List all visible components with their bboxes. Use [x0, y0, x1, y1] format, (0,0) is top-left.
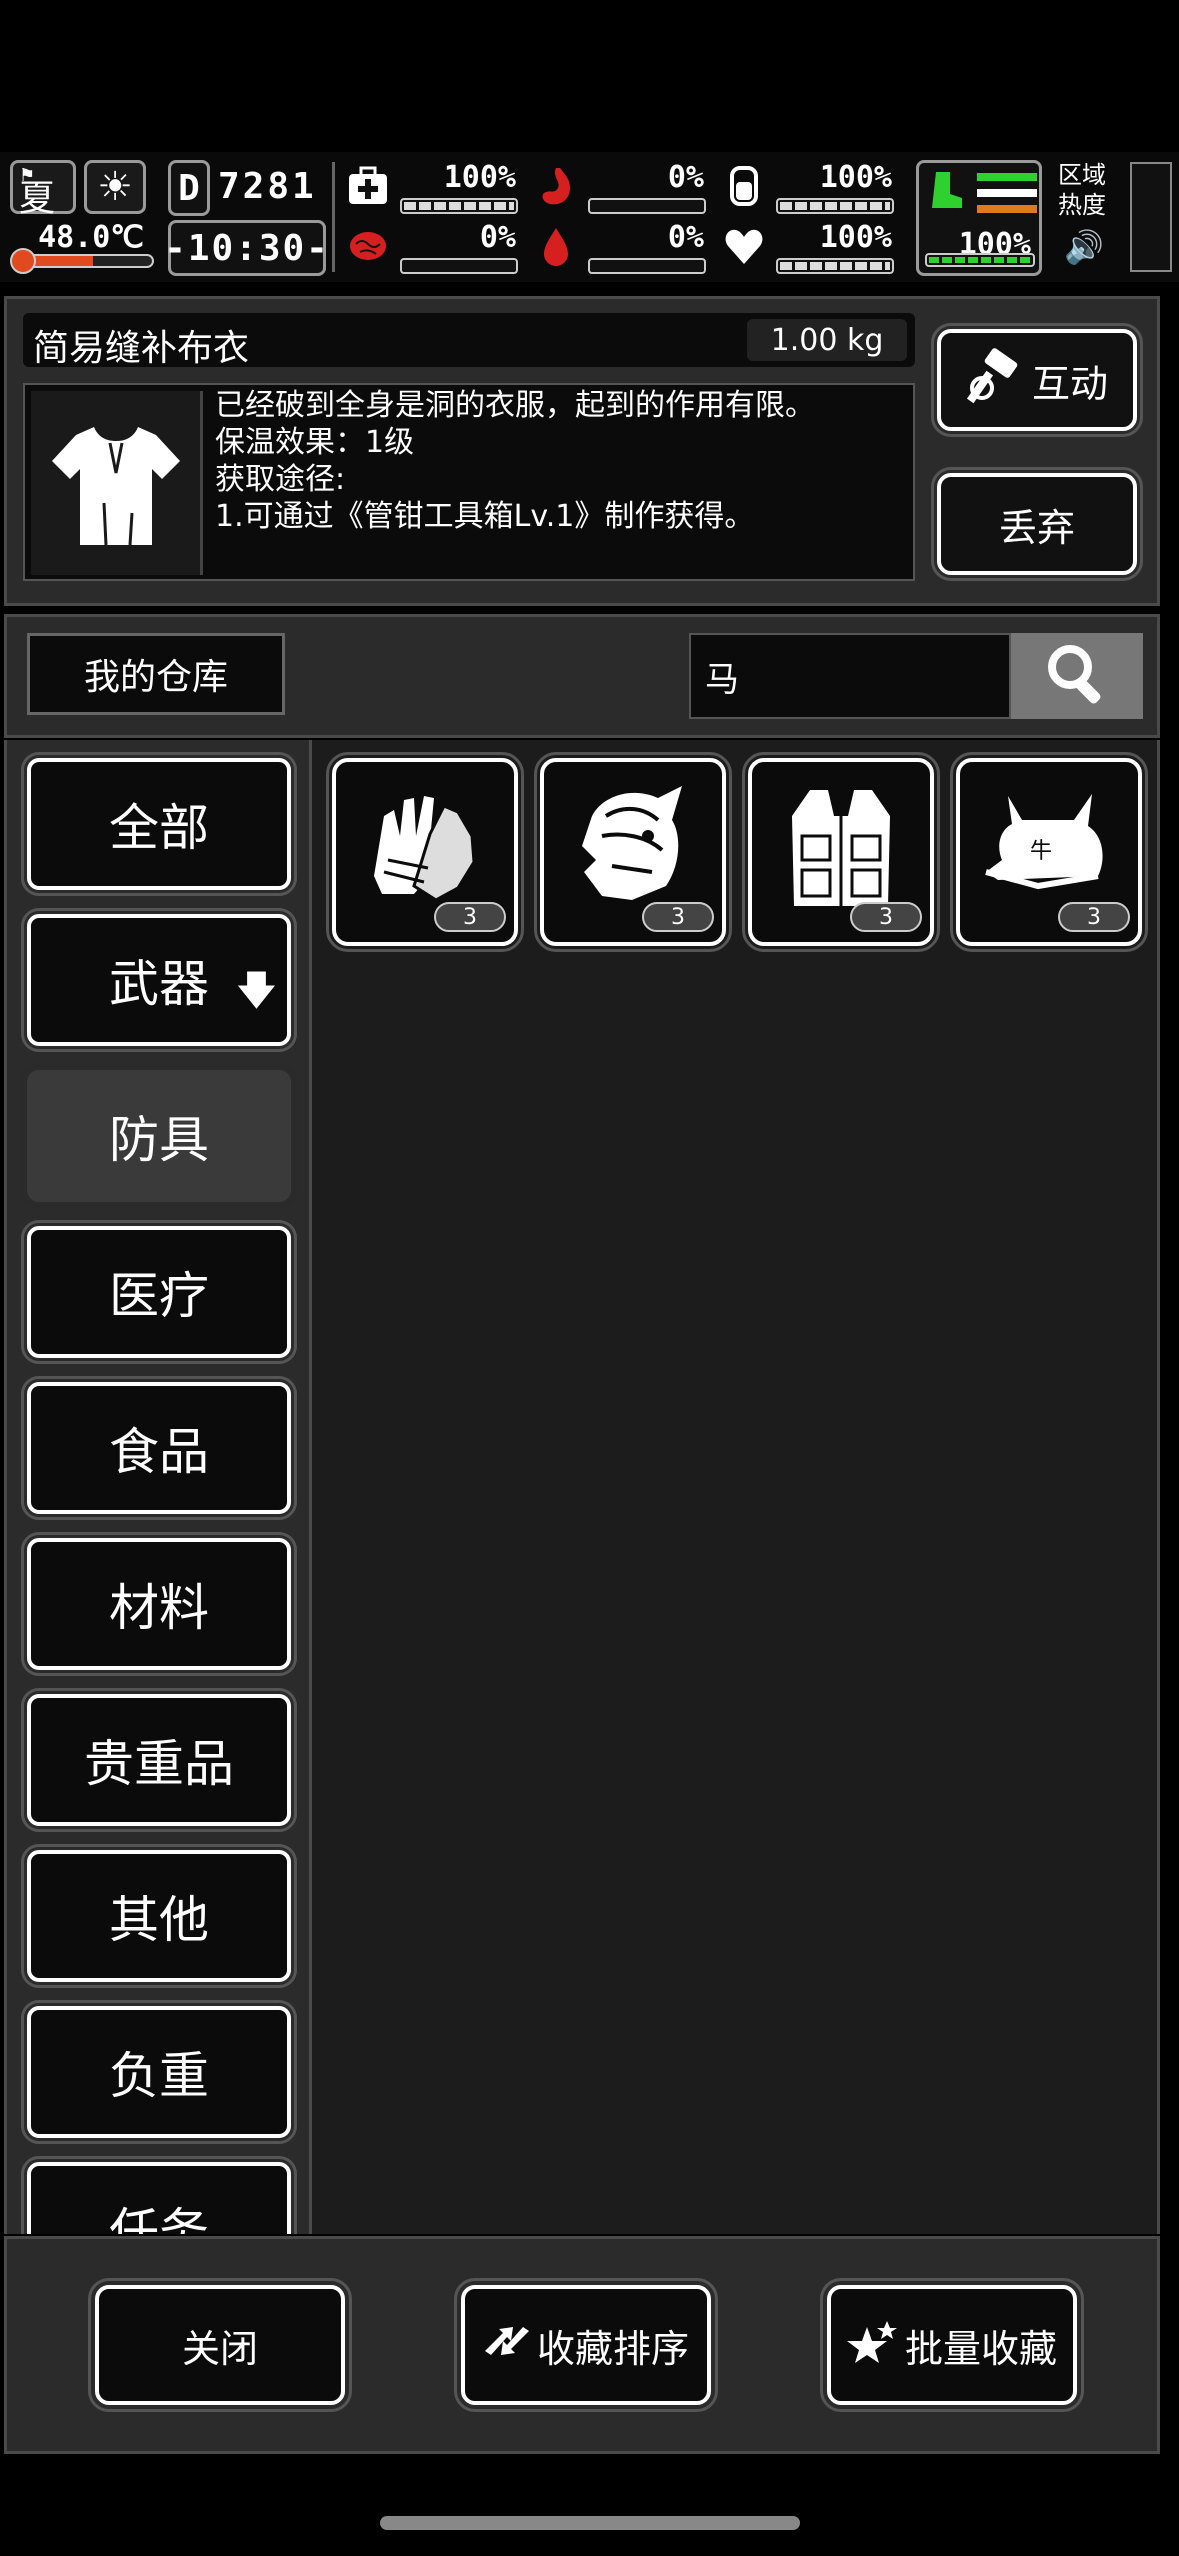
day-icon: D: [168, 160, 210, 216]
item-detail-panel: 简易缝补布衣 1.00 kg 已经破到全身是洞的衣服，起到的作用有限。 保温效果…: [4, 296, 1160, 606]
temperature-bar: [18, 254, 154, 268]
search-button[interactable]: [1011, 633, 1143, 719]
day-counter: 7281: [218, 166, 317, 207]
search-input[interactable]: [689, 633, 1011, 719]
category-other[interactable]: 其他: [21, 1844, 297, 1988]
category-materials[interactable]: 材料: [21, 1532, 297, 1676]
stat-heart: 100%: [720, 220, 900, 276]
item-grid: 3 3 3 牛 3: [309, 740, 1157, 2234]
stomach-icon: [532, 162, 580, 210]
stat-brain: 0%: [344, 220, 524, 276]
vest-icon: [792, 790, 890, 906]
sun-icon: ☀: [84, 160, 146, 214]
sort-favorites-button[interactable]: 收藏排序: [454, 2278, 718, 2412]
item-slot-gloves[interactable]: 3: [326, 752, 524, 952]
blood-drop-icon: [532, 222, 580, 270]
category-weapons[interactable]: 武器 🡇: [21, 908, 297, 1052]
category-sidebar[interactable]: 全部 武器 🡇 防具 医疗 食品 材料 贵重品 其他 负重 任务: [11, 740, 307, 2234]
item-count: 3: [850, 902, 922, 932]
season-indicator: 夏 ⚑: [10, 160, 76, 219]
clock: -10:30-: [164, 220, 328, 276]
speaker-icon[interactable]: 🔊: [1064, 228, 1104, 266]
horse-helmet-icon: [582, 786, 682, 900]
ox-cap-icon: 牛: [985, 794, 1103, 890]
search-icon: [1042, 639, 1112, 713]
stat-stomach: 0%: [532, 160, 712, 216]
warehouse-button[interactable]: 我的仓库: [27, 633, 285, 715]
gloves-icon: [374, 796, 476, 902]
category-all[interactable]: 全部: [21, 752, 297, 896]
interact-button[interactable]: 互动: [931, 323, 1143, 437]
area-heat-meter: [1130, 162, 1172, 272]
stars-icon: [846, 2319, 899, 2372]
temperature-value: 48.0℃: [38, 220, 144, 255]
item-count: 3: [642, 902, 714, 932]
item-description-box: 已经破到全身是洞的衣服，起到的作用有限。 保温效果：1级 获取途径: 1.可通过…: [23, 383, 915, 581]
item-slot-horse-helmet[interactable]: 3: [534, 752, 732, 952]
swap-arrows-icon: [483, 2321, 531, 2370]
heart-icon: [720, 222, 768, 270]
thermometer-icon: [10, 248, 36, 274]
brain-icon: [344, 222, 392, 270]
item-slot-vest[interactable]: 3: [742, 752, 940, 952]
category-medical[interactable]: 医疗: [21, 1220, 297, 1364]
stamina-panel: 100%: [916, 160, 1042, 276]
category-food[interactable]: 食品: [21, 1376, 297, 1520]
batch-favorite-button[interactable]: 批量收藏: [820, 2278, 1084, 2412]
category-armor[interactable]: 防具: [21, 1064, 297, 1208]
water-bottle-icon: [720, 162, 768, 210]
category-load[interactable]: 负重: [21, 2000, 297, 2144]
discard-button[interactable]: 丢弃: [931, 467, 1143, 581]
item-description: 已经破到全身是洞的衣服，起到的作用有限。 保温效果：1级 获取途径: 1.可通过…: [215, 388, 815, 534]
stat-water: 100%: [720, 160, 900, 216]
medkit-icon: [344, 162, 392, 210]
area-heat-label: 区域热度: [1058, 161, 1106, 219]
boot-icon: [923, 167, 969, 213]
item-name-bar: 简易缝补布衣 1.00 kg: [23, 313, 915, 369]
category-valuables[interactable]: 贵重品: [21, 1688, 297, 1832]
category-quest[interactable]: 任务: [21, 2156, 297, 2234]
svg-text:牛: 牛: [1030, 839, 1052, 864]
stat-medkit: 100%: [344, 160, 524, 216]
flag-icon: ⚑: [19, 165, 36, 186]
item-count: 3: [434, 902, 506, 932]
stamina-lines: [977, 173, 1037, 221]
search-row: 我的仓库: [4, 614, 1160, 738]
close-button[interactable]: 关闭: [88, 2278, 352, 2412]
hammer-icon: [966, 347, 1022, 413]
stat-blood: 0%: [532, 220, 712, 276]
item-slot-ox-cap[interactable]: 牛 3: [950, 752, 1148, 952]
arrow-down-icon: 🡇: [235, 968, 277, 1014]
status-hud: 夏 ⚑ ☀ 48.0℃ D 7281 -10:30- 100% 0% 100%: [0, 152, 1179, 282]
item-count: 3: [1058, 902, 1130, 932]
item-name: 简易缝补布衣: [33, 328, 250, 369]
area-heat[interactable]: 区域热度 🔊: [1058, 158, 1176, 276]
divider: [332, 162, 335, 272]
temperature-gauge: 48.0℃: [10, 220, 154, 274]
item-weight: 1.00 kg: [747, 319, 907, 361]
stamina-bar: [925, 253, 1035, 267]
inventory-content: 全部 武器 🡇 防具 医疗 食品 材料 贵重品 其他 负重 任务 3 3 3 牛…: [4, 740, 1160, 2234]
home-indicator[interactable]: [380, 2516, 800, 2530]
shirt-icon: [31, 391, 203, 575]
footer-bar: 关闭 收藏排序 批量收藏: [4, 2236, 1160, 2454]
